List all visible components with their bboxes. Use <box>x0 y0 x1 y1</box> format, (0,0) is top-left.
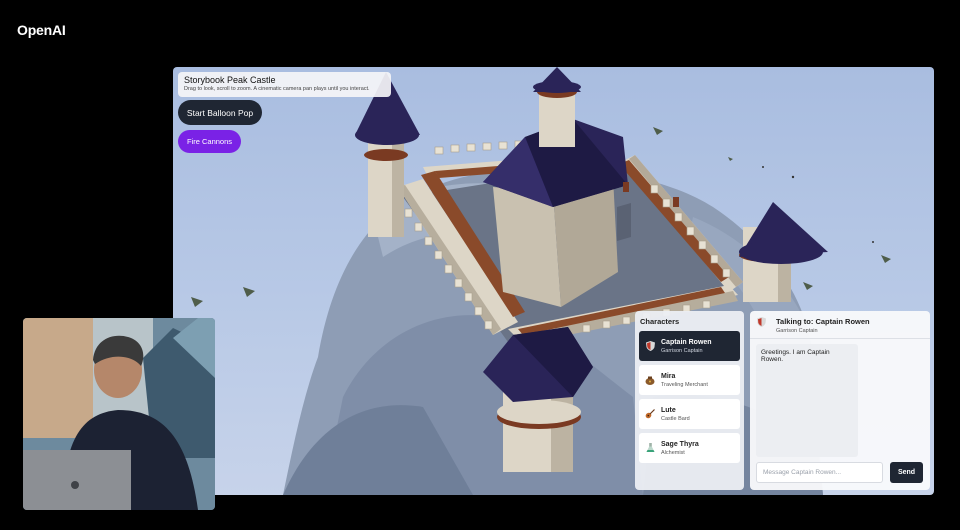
character-role: Traveling Merchant <box>661 381 708 388</box>
chat-panel: Talking to: Captain Rowen Garrison Capta… <box>750 311 930 490</box>
openai-logo: OpenAI <box>17 22 66 38</box>
character-card-captain-rowen[interactable]: Captain Rowen Garrison Captain <box>639 331 740 361</box>
presenter-webcam <box>23 318 215 510</box>
lute-icon <box>645 409 655 419</box>
character-name: Mira <box>661 372 676 380</box>
chat-divider <box>750 338 930 339</box>
scene-title: Storybook Peak Castle <box>184 75 276 85</box>
tower-top <box>539 92 575 147</box>
chat-subtitle: Garrison Captain <box>776 328 818 334</box>
characters-panel: Characters Captain Rowen Garrison Captai… <box>635 311 744 490</box>
webcam-feed <box>23 318 215 510</box>
chat-title: Talking to: Captain Rowen <box>776 317 870 326</box>
character-name: Captain Rowen <box>661 338 712 346</box>
character-role: Garrison Captain <box>661 347 703 354</box>
send-button[interactable]: Send <box>890 462 923 483</box>
pouch-icon <box>645 375 655 385</box>
shield-icon <box>756 317 766 327</box>
scene-info-box: Storybook Peak Castle Drag to look, scro… <box>178 72 391 97</box>
character-card-sage-thyra[interactable]: Sage Thyra Alchemist <box>639 433 740 463</box>
chat-header: Talking to: Captain Rowen Garrison Capta… <box>756 317 870 335</box>
start-balloon-pop-button[interactable]: Start Balloon Pop <box>178 100 262 125</box>
chat-message-input[interactable] <box>756 462 883 483</box>
character-name: Sage Thyra <box>661 440 699 448</box>
scene-instructions: Drag to look, scroll to zoom. A cinemati… <box>184 86 370 92</box>
shield-icon <box>645 341 655 351</box>
chat-message-bubble: Greetings. I am Captain Rowen. <box>756 344 858 457</box>
fire-cannons-button[interactable]: Fire Cannons <box>178 130 241 153</box>
characters-title: Characters <box>640 317 680 326</box>
castle-3d-viewport[interactable]: Storybook Peak Castle Drag to look, scro… <box>173 67 934 495</box>
character-role: Castle Bard <box>661 415 690 422</box>
laptop <box>23 450 131 510</box>
character-name: Lute <box>661 406 676 414</box>
character-role: Alchemist <box>661 449 685 456</box>
flask-icon <box>645 443 655 453</box>
character-card-lute[interactable]: Lute Castle Bard <box>639 399 740 429</box>
character-card-mira[interactable]: Mira Traveling Merchant <box>639 365 740 395</box>
